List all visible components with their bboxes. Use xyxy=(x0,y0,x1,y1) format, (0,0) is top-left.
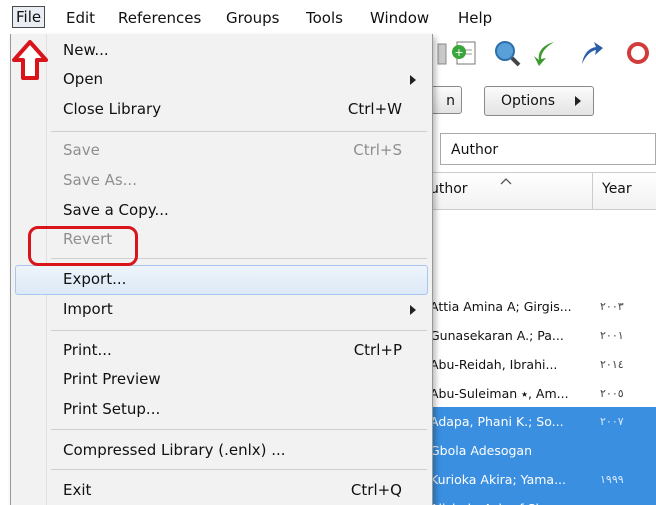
row-author: Kurioka Akira; Yama... xyxy=(430,472,566,487)
menu-separator xyxy=(51,469,427,470)
menu-separator xyxy=(51,330,427,331)
submenu-arrow-icon xyxy=(410,305,416,315)
export-arrow-icon[interactable] xyxy=(576,38,606,68)
row-author: Gbola Adesogan xyxy=(430,443,533,458)
table-row-selected[interactable]: Gbola Adesogan xyxy=(430,436,656,465)
menu-item-label: Import xyxy=(63,300,113,318)
menu-file[interactable]: File xyxy=(12,6,46,28)
submenu-arrow-icon xyxy=(410,75,416,85)
menu-item-print-preview[interactable]: Print Preview xyxy=(11,366,432,394)
chevron-right-icon xyxy=(575,96,581,106)
menu-item-label: Export... xyxy=(63,270,127,288)
table-row[interactable]: Abu-Suleiman ٭, Am... ٢٠٠٥ xyxy=(430,379,656,408)
menu-edit[interactable]: Edit xyxy=(66,9,95,27)
menu-window[interactable]: Window xyxy=(370,9,429,27)
row-author: Abu-Reidah, Ibrahi... xyxy=(430,357,558,372)
menu-item-label: Print Setup... xyxy=(63,400,161,418)
menu-separator xyxy=(51,429,427,430)
menu-item-shortcut: Ctrl+Q xyxy=(350,481,402,499)
menu-item-save-a-copy[interactable]: Save a Copy... xyxy=(11,197,432,225)
menu-item-label: Open xyxy=(63,70,104,88)
row-year: ١٩٩٩ xyxy=(600,473,624,486)
menu-item-close-library[interactable]: Close Library Ctrl+W xyxy=(11,96,432,124)
button-row: n Options xyxy=(420,82,656,122)
row-year: ٢٠١٥ xyxy=(600,494,624,505)
new-reference-icon[interactable]: + xyxy=(450,38,480,68)
menu-item-compressed-library[interactable]: Compressed Library (.enlx) ... xyxy=(11,437,432,465)
menu-bar: File Edit References Groups Tools Window… xyxy=(0,0,656,34)
export-highlight-circle xyxy=(28,226,138,266)
menu-separator xyxy=(51,131,427,132)
column-year[interactable]: Year xyxy=(602,181,632,197)
table-row[interactable]: Abu-Reidah, Ibrahi... ٢٠١٤ xyxy=(430,350,656,379)
menu-item-print-setup[interactable]: Print Setup... xyxy=(11,396,432,424)
reference-list: Attia Amina A; Girgis... ٢٠٠٣ Gunasekaran… xyxy=(430,208,656,505)
menu-item-print[interactable]: Print... Ctrl+P xyxy=(11,337,432,365)
menu-item-label: Close Library xyxy=(63,100,162,118)
menu-item-shortcut: Ctrl+S xyxy=(353,141,402,159)
menu-item-label: Print Preview xyxy=(63,370,161,388)
menu-item-exit[interactable]: Exit Ctrl+Q xyxy=(11,477,432,505)
sort-ascending-icon xyxy=(500,178,512,185)
menu-item-label: Save a Copy... xyxy=(63,201,169,219)
menu-item-new[interactable]: New... xyxy=(11,37,432,65)
menu-item-shortcut: Ctrl+W xyxy=(347,100,402,118)
menu-item-import[interactable]: Import xyxy=(11,296,432,324)
menu-item-label: Compressed Library (.enlx) ... xyxy=(63,441,286,459)
row-author: Abu-Suleiman ٭, Am... xyxy=(430,386,569,401)
menu-item-label: Save xyxy=(63,141,100,159)
row-year: ٢٠٠٣ xyxy=(600,300,624,313)
search-field-select[interactable]: Author xyxy=(440,133,656,165)
globe-icon[interactable] xyxy=(620,38,650,68)
menu-item-open[interactable]: Open xyxy=(11,66,432,94)
row-author: Adapa, Phani K.; So... xyxy=(430,414,564,429)
file-menu-dropdown: New... Open Close Library Ctrl+W Save Ctrl… xyxy=(10,34,433,505)
menu-references[interactable]: References xyxy=(118,9,201,27)
menu-item-save: Save Ctrl+S xyxy=(11,137,432,165)
menu-item-label: Save As... xyxy=(63,171,137,189)
options-button[interactable]: Options xyxy=(484,86,594,116)
svg-text:+: + xyxy=(454,46,463,59)
menu-item-label: New... xyxy=(63,41,109,59)
row-year: ٢٠٠٧ xyxy=(600,415,624,428)
row-author: Attia Amina A; Girgis... xyxy=(430,299,572,314)
menu-item-label: Exit xyxy=(63,481,92,499)
menu-item-save-as: Save As... xyxy=(11,167,432,195)
red-up-arrow-icon xyxy=(12,40,48,80)
row-year: ٢٠١٤ xyxy=(600,358,624,371)
menu-item-label: Print... xyxy=(63,341,112,359)
search-online-icon[interactable] xyxy=(492,38,522,68)
menu-item-shortcut: Ctrl+P xyxy=(353,341,402,359)
row-author: Alishah, Ashraf Shar... xyxy=(430,494,567,505)
menu-tools[interactable]: Tools xyxy=(306,9,343,27)
table-row[interactable]: Gunasekaran A.; Pa... ٢٠٠١ xyxy=(430,321,656,350)
table-row-selected[interactable]: Kurioka Akira; Yama... ١٩٩٩ xyxy=(430,465,656,494)
menu-item-export[interactable]: Export... xyxy=(15,265,428,295)
menu-help[interactable]: Help xyxy=(458,9,492,27)
row-year: ٢٠٠٥ xyxy=(600,387,624,400)
import-arrow-icon[interactable] xyxy=(530,38,560,68)
row-year: ٢٠٠١ xyxy=(600,329,624,342)
column-separator[interactable] xyxy=(592,173,593,209)
table-row-selected[interactable]: Adapa, Phani K.; So... ٢٠٠٧ xyxy=(430,407,656,436)
menu-groups[interactable]: Groups xyxy=(226,9,279,27)
reference-list-header: uthor Year xyxy=(430,172,656,210)
search-field-row: Author xyxy=(430,128,656,168)
row-author: Gunasekaran A.; Pa... xyxy=(430,328,564,343)
options-label: Options xyxy=(501,93,556,109)
table-row[interactable]: Attia Amina A; Girgis... ٢٠٠٣ xyxy=(430,292,656,321)
column-author[interactable]: uthor xyxy=(430,181,468,197)
table-row-selected[interactable]: Alishah, Ashraf Shar... ٢٠١٥ xyxy=(430,494,656,505)
toolbar: + xyxy=(430,34,656,80)
